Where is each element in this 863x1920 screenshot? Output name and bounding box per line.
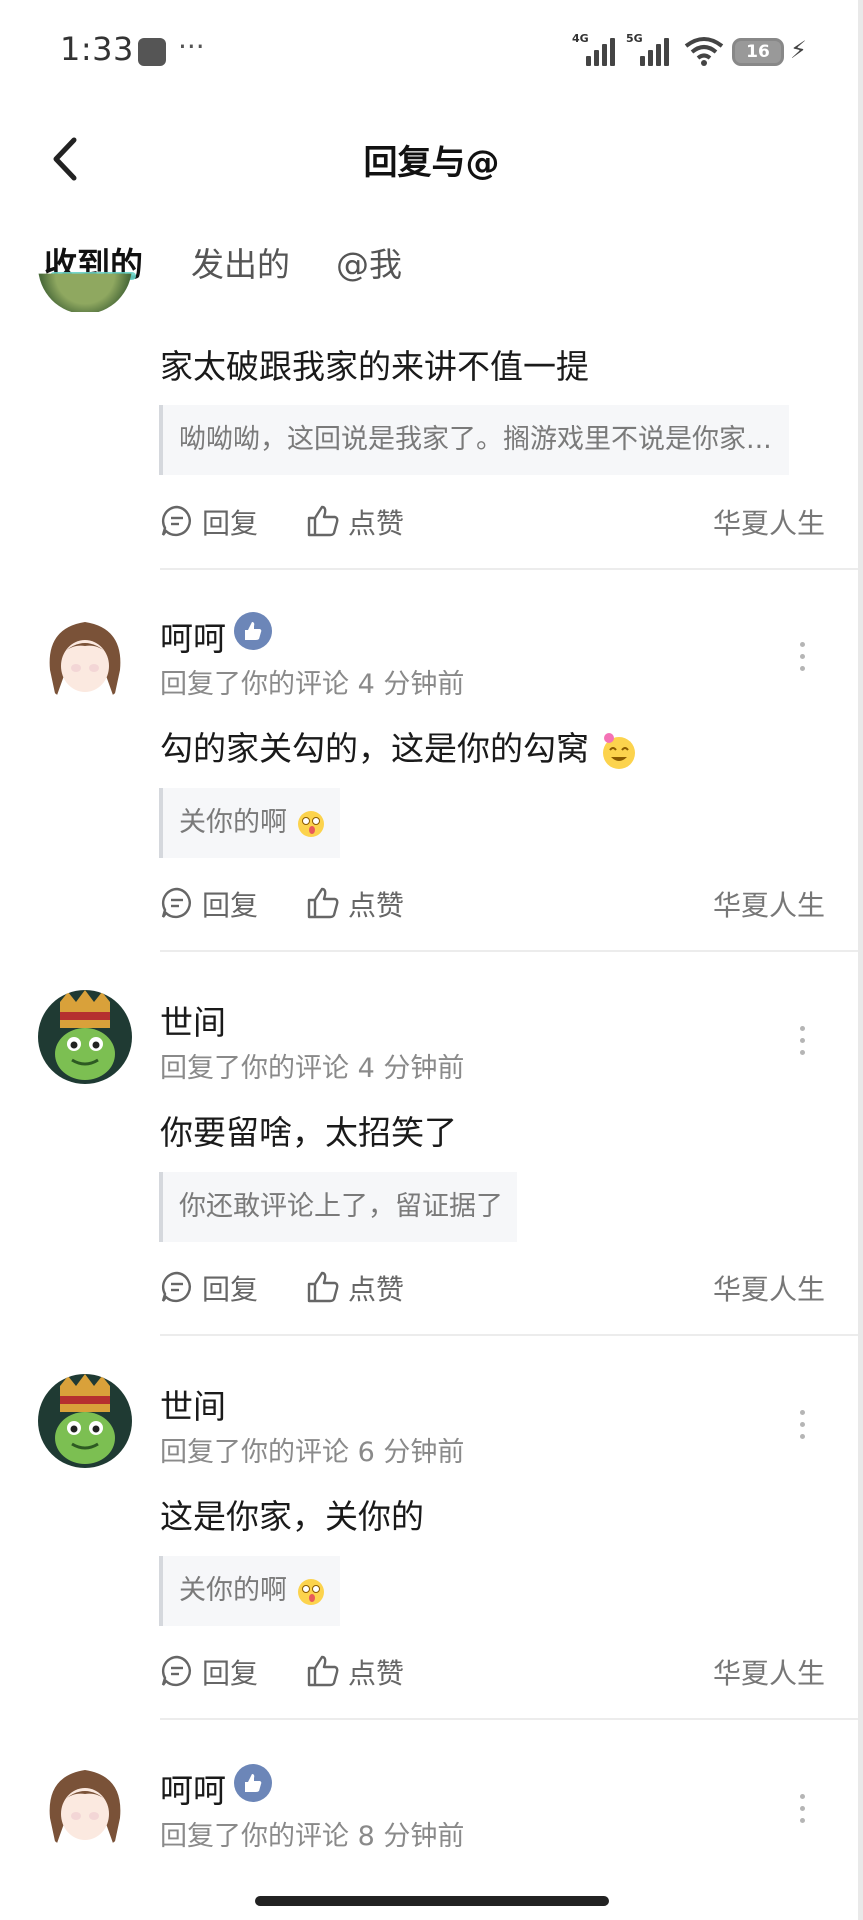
user-name[interactable]: 呵呵 bbox=[160, 1764, 226, 1812]
comment-text: 你要留啥，太招笑了 bbox=[160, 1113, 457, 1152]
comment-icon bbox=[161, 505, 191, 537]
status-bar: 1:33 ··· 4G 5G 16 ⚡ bbox=[0, 0, 863, 100]
anime-girl-avatar-icon bbox=[38, 1758, 132, 1852]
thumbs-up-icon bbox=[307, 1655, 339, 1687]
source-label[interactable]: 华夏人生 bbox=[713, 884, 825, 924]
avatar[interactable] bbox=[38, 610, 132, 704]
tab-mentions[interactable]: @我 bbox=[336, 238, 402, 286]
more-options-icon[interactable] bbox=[800, 1794, 806, 1830]
comment-meta: 回复了你的评论 4 分钟前 bbox=[160, 669, 465, 700]
frog-king-avatar-icon bbox=[38, 1374, 132, 1468]
user-name[interactable]: 世间 bbox=[160, 996, 226, 1044]
comment-icon bbox=[161, 887, 191, 919]
user-name[interactable]: 呵呵 bbox=[160, 612, 226, 660]
signal-5g-icon: 5G bbox=[626, 32, 672, 66]
thumbs-up-icon bbox=[307, 887, 339, 919]
source-label[interactable]: 华夏人生 bbox=[713, 1268, 825, 1308]
more-options-icon[interactable] bbox=[800, 1410, 806, 1446]
divider bbox=[160, 1718, 863, 1720]
avatar[interactable] bbox=[38, 1374, 132, 1468]
signal-4g-icon: 4G bbox=[572, 32, 615, 66]
home-indicator[interactable] bbox=[255, 1896, 609, 1906]
quoted-comment[interactable]: 你还敢评论上了，留证据了 bbox=[159, 1172, 517, 1242]
comment-text: 勾的家关勾的，这是你的勾窝 bbox=[160, 722, 638, 770]
more-options-icon[interactable] bbox=[800, 642, 806, 678]
thumbs-up-icon bbox=[307, 505, 339, 537]
comment-meta: 回复了你的评论 4 分钟前 bbox=[160, 1053, 465, 1084]
user-name[interactable]: 世间 bbox=[160, 1380, 226, 1428]
silly-face-emoji-icon bbox=[297, 1578, 324, 1605]
comment-meta: 回复了你的评论 6 分钟前 bbox=[160, 1437, 465, 1468]
quoted-comment[interactable]: 关你的啊 bbox=[159, 788, 340, 858]
wifi-icon bbox=[684, 37, 724, 66]
more-notifications-icon: ··· bbox=[178, 30, 205, 63]
anime-girl-avatar-icon bbox=[38, 610, 132, 704]
source-label[interactable]: 华夏人生 bbox=[713, 1652, 825, 1692]
battery-icon: 16 bbox=[732, 38, 784, 66]
verified-badge-icon bbox=[234, 1764, 272, 1802]
comment-meta: 回复了你的评论 8 分钟前 bbox=[160, 1821, 465, 1852]
scroll-edge bbox=[858, 0, 863, 1920]
divider bbox=[160, 568, 863, 570]
divider bbox=[160, 950, 863, 952]
divider bbox=[160, 1334, 863, 1336]
avatar[interactable] bbox=[38, 1758, 132, 1852]
comment-icon bbox=[161, 1655, 191, 1687]
app-notification-icon bbox=[138, 38, 166, 66]
verified-badge-icon bbox=[234, 612, 272, 650]
frog-king-avatar-icon bbox=[38, 990, 132, 1084]
avatar[interactable] bbox=[38, 990, 132, 1084]
source-label[interactable]: 华夏人生 bbox=[713, 502, 825, 542]
silly-face-emoji-icon bbox=[297, 810, 324, 837]
page-title: 回复与@ bbox=[363, 143, 500, 183]
quoted-comment[interactable]: 关你的啊 bbox=[159, 1556, 340, 1626]
charging-icon: ⚡ bbox=[790, 36, 807, 64]
more-options-icon[interactable] bbox=[800, 1026, 806, 1062]
comment-text: 这是你家，关你的 bbox=[160, 1497, 424, 1536]
comment-text: 家太破跟我家的来讲不值一提 bbox=[160, 347, 589, 386]
tab-sent[interactable]: 发出的 bbox=[191, 238, 290, 286]
comment-icon bbox=[161, 1271, 191, 1303]
quoted-comment[interactable]: 呦呦呦，这回说是我家了。搁游戏里不说是你家... bbox=[159, 405, 789, 475]
blushing-smile-emoji-icon bbox=[602, 732, 635, 769]
thumbs-up-icon bbox=[307, 1271, 339, 1303]
status-time: 1:33 bbox=[60, 30, 134, 68]
